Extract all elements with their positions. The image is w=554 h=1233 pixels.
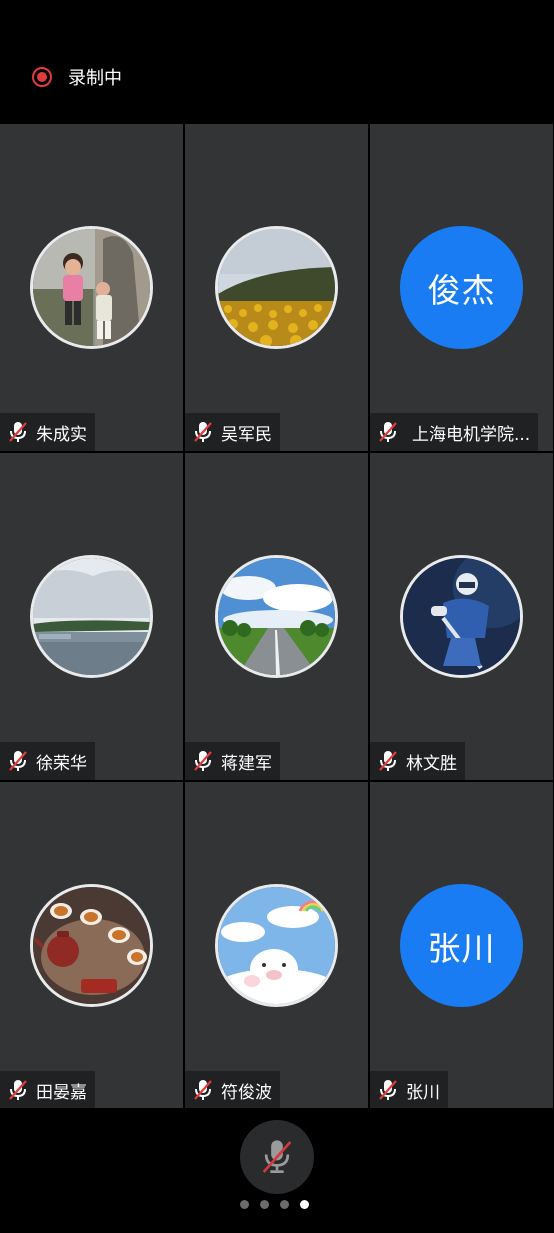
mic-muted-icon — [185, 742, 221, 780]
name-tag: 符俊波 — [185, 1071, 280, 1109]
page-dot[interactable] — [280, 1200, 289, 1209]
participant-name: 符俊波 — [221, 1082, 272, 1103]
meeting-screen: 录制中 朱成实 吴军民 俊杰 上海电机学院... 徐荣华 蒋建军 林文胜 田晏嘉… — [0, 0, 554, 1233]
participant-tile[interactable]: 俊杰 上海电机学院... — [370, 124, 553, 451]
mic-muted-icon — [0, 1071, 36, 1109]
text-avatar: 俊杰 — [400, 226, 523, 349]
participant-name: 上海电机学院... — [412, 424, 531, 445]
hockey-player-photo — [403, 558, 520, 675]
page-indicator — [240, 1200, 309, 1210]
lake-photo — [33, 558, 150, 675]
record-icon — [32, 67, 52, 87]
children-photo — [33, 229, 150, 346]
avatar — [30, 555, 153, 678]
recording-label: 录制中 — [68, 68, 122, 89]
participant-grid: 朱成实 吴军民 俊杰 上海电机学院... 徐荣华 蒋建军 林文胜 田晏嘉 符俊波… — [0, 124, 554, 1109]
top-bar: 录制中 — [0, 0, 554, 124]
name-tag: 吴军民 — [185, 413, 280, 451]
participant-name: 田晏嘉 — [36, 1082, 87, 1103]
recording-indicator[interactable]: 录制中 — [32, 64, 122, 90]
mic-muted-icon — [370, 1071, 406, 1109]
mic-toggle-button[interactable] — [240, 1120, 314, 1194]
participant-name: 朱成实 — [36, 424, 87, 445]
avatar — [30, 226, 153, 349]
participant-tile[interactable]: 林文胜 — [370, 453, 553, 780]
page-dot[interactable] — [240, 1200, 249, 1209]
participant-tile[interactable]: 田晏嘉 — [0, 782, 183, 1109]
participant-name: 蒋建军 — [221, 753, 272, 774]
avatar — [215, 226, 338, 349]
participant-tile[interactable]: 符俊波 — [185, 782, 368, 1109]
cartoon-pig-photo — [218, 887, 335, 1004]
mic-muted-icon — [185, 1071, 221, 1109]
participant-name: 吴军民 — [221, 424, 272, 445]
participant-name: 徐荣华 — [36, 753, 87, 774]
name-tag: 田晏嘉 — [0, 1071, 95, 1109]
name-tag: 林文胜 — [370, 742, 465, 780]
tea-set-photo — [33, 887, 150, 1004]
participant-name: 林文胜 — [406, 753, 457, 774]
participant-tile[interactable]: 蒋建军 — [185, 453, 368, 780]
participant-tile[interactable]: 吴军民 — [185, 124, 368, 451]
sunflower-field-photo — [218, 229, 335, 346]
mic-muted-icon — [370, 413, 406, 451]
participant-tile[interactable]: 徐荣华 — [0, 453, 183, 780]
mic-muted-icon — [0, 742, 36, 780]
page-dot-active[interactable] — [300, 1200, 309, 1209]
participant-tile[interactable]: 张川 张川 — [370, 782, 553, 1109]
text-avatar: 张川 — [400, 884, 523, 1007]
bottom-toolbar — [0, 1108, 554, 1233]
name-tag: 徐荣华 — [0, 742, 95, 780]
participant-tile[interactable]: 朱成实 — [0, 124, 183, 451]
mic-muted-icon — [185, 413, 221, 451]
avatar — [400, 555, 523, 678]
mic-muted-icon — [0, 413, 36, 451]
name-tag: 朱成实 — [0, 413, 95, 451]
avatar — [215, 884, 338, 1007]
mic-muted-icon — [262, 1140, 292, 1173]
name-tag: 蒋建军 — [185, 742, 280, 780]
name-tag: 张川 — [370, 1071, 448, 1109]
page-dot[interactable] — [260, 1200, 269, 1209]
road-sky-photo — [218, 558, 335, 675]
avatar — [30, 884, 153, 1007]
mic-muted-icon — [370, 742, 406, 780]
participant-name: 张川 — [406, 1082, 440, 1103]
avatar — [215, 555, 338, 678]
name-tag: 上海电机学院... — [370, 413, 539, 451]
